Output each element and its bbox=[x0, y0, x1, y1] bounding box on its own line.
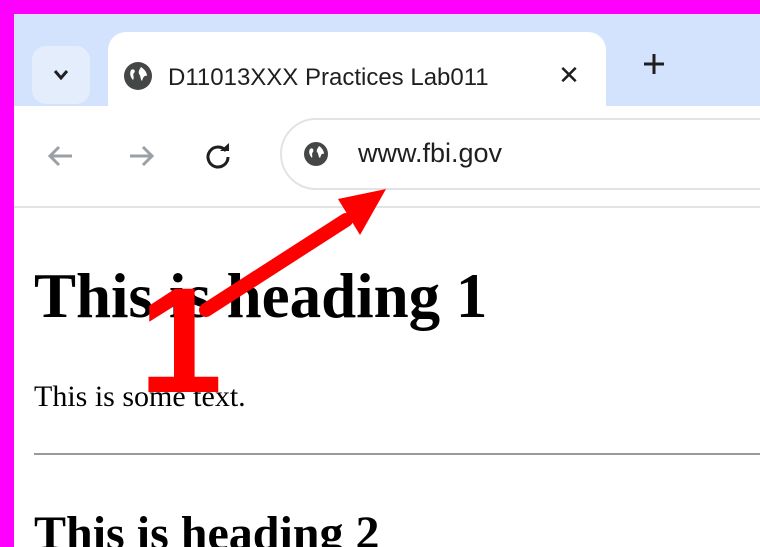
screenshot-frame: D11013XXX Practices Lab011 ✕ www.fbi.gov… bbox=[0, 0, 760, 547]
annotation-overlay: 1 bbox=[139, 189, 386, 424]
step-number-label: 1 bbox=[139, 256, 222, 424]
pointer-arrow bbox=[199, 189, 386, 317]
